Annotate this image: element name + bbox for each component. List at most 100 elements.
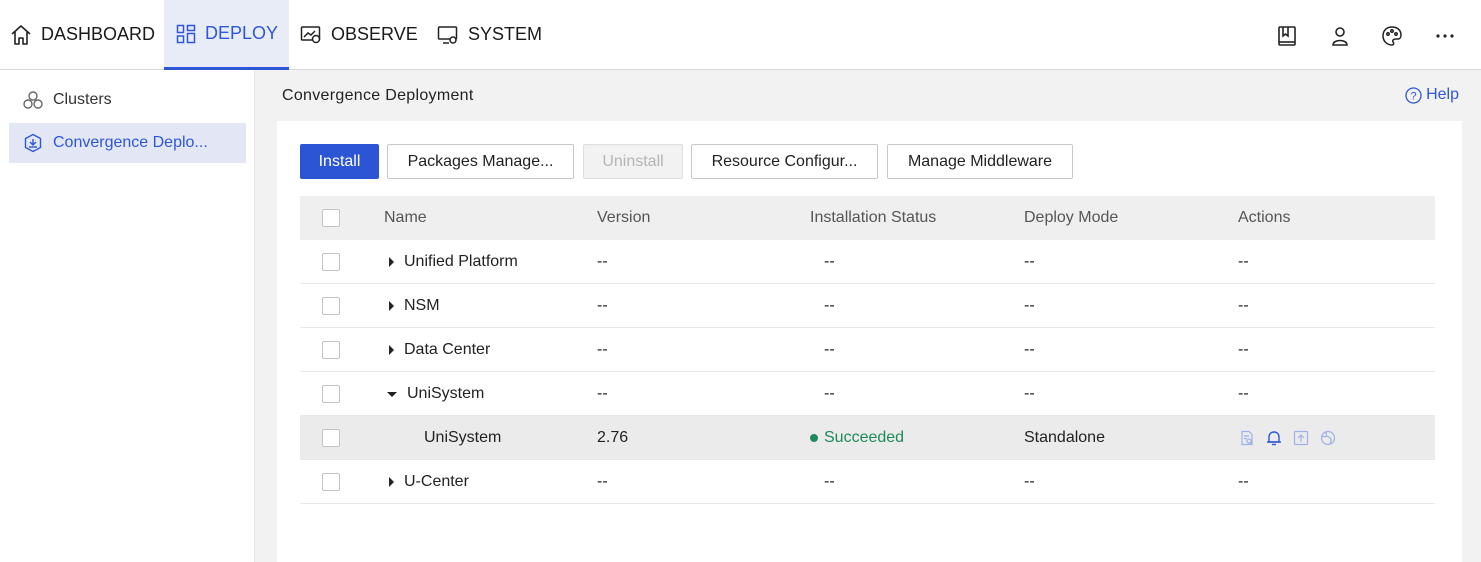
table-row: U-Center -- -- -- -- (300, 460, 1435, 504)
row-status-cell: Succeeded (810, 416, 904, 460)
tab-dashboard-label: DASHBOARD (41, 24, 156, 44)
row-name-cell: UniSystem (384, 372, 484, 416)
row-actions: -- (1238, 253, 1249, 270)
sidebar-item-convergence-deployment[interactable]: Convergence Deplo... (9, 123, 246, 163)
uninstall-button[interactable]: Uninstall (583, 144, 683, 179)
row-checkbox[interactable] (322, 253, 340, 271)
collapse-caret-icon[interactable] (387, 391, 397, 397)
deploy-hex-icon (24, 133, 42, 153)
row-status: -- (824, 473, 835, 490)
row-mode: -- (1024, 385, 1035, 402)
row-mode: Standalone (1024, 429, 1105, 446)
home-icon (11, 24, 31, 45)
row-checkbox[interactable] (322, 297, 340, 315)
manage-middleware-button[interactable]: Manage Middleware (887, 144, 1073, 179)
svg-text:?: ? (1411, 90, 1417, 102)
network-icon[interactable] (1319, 429, 1337, 447)
monitor-chart-icon (300, 25, 321, 43)
resource-configuration-button[interactable]: Resource Configur... (691, 144, 878, 179)
row-name: NSM (404, 297, 440, 314)
tab-dashboard[interactable]: DASHBOARD (10, 0, 155, 69)
row-actions: -- (1238, 473, 1249, 490)
table-row: UniSystem -- -- -- -- (300, 372, 1435, 416)
sidebar: Clusters Convergence Deplo... (0, 70, 255, 562)
clusters-icon (23, 91, 43, 109)
row-mode: -- (1024, 473, 1035, 490)
grid-icon (176, 24, 196, 43)
row-status: -- (824, 341, 835, 358)
upgrade-icon[interactable] (1292, 429, 1310, 447)
components-table: Name Version Installation Status Deploy … (300, 196, 1435, 504)
header-name[interactable]: Name (384, 196, 427, 240)
expand-caret-icon[interactable] (389, 477, 394, 487)
row-mode: -- (1024, 297, 1035, 314)
row-status: -- (824, 385, 835, 402)
deployment-card: Install Packages Manage... Uninstall Res… (277, 121, 1462, 562)
packages-manage-button[interactable]: Packages Manage... (387, 144, 574, 179)
header-mode[interactable]: Deploy Mode (1024, 196, 1118, 240)
tab-deploy[interactable]: DEPLOY (164, 0, 289, 70)
table-row: Data Center -- -- -- -- (300, 328, 1435, 372)
expand-caret-icon[interactable] (389, 257, 394, 267)
row-name: Unified Platform (404, 253, 518, 270)
table-row: Unified Platform -- -- -- -- (300, 240, 1435, 284)
row-version: -- (597, 473, 608, 490)
row-actions: -- (1238, 385, 1249, 402)
header-status[interactable]: Installation Status (810, 196, 936, 240)
row-name: Data Center (404, 341, 491, 358)
row-mode: -- (1024, 253, 1035, 270)
row-status: -- (824, 297, 835, 314)
more-icon[interactable] (1434, 25, 1456, 47)
row-name: U-Center (404, 473, 469, 490)
tab-system[interactable]: SYSTEM (437, 0, 542, 69)
book-icon[interactable] (1276, 25, 1298, 47)
sidebar-item-label: Convergence Deplo... (53, 134, 208, 151)
help-link[interactable]: ? Help (1405, 86, 1459, 104)
row-checkbox[interactable] (322, 429, 340, 447)
table-row-child: UniSystem 2.76 Succeeded Standalone (300, 416, 1435, 460)
select-all-checkbox[interactable] (322, 209, 340, 227)
row-version: -- (597, 253, 608, 270)
row-mode: -- (1024, 341, 1035, 358)
table-header: Name Version Installation Status Deploy … (300, 196, 1435, 240)
row-name: UniSystem (407, 385, 485, 402)
help-label: Help (1426, 86, 1459, 103)
row-checkbox[interactable] (322, 385, 340, 403)
row-name-cell: NSM (384, 284, 440, 328)
row-checkbox[interactable] (322, 473, 340, 491)
row-actions: -- (1238, 341, 1249, 358)
expand-caret-icon[interactable] (389, 301, 394, 311)
expand-caret-icon[interactable] (389, 345, 394, 355)
success-dot-icon (810, 434, 818, 442)
row-status: -- (824, 253, 835, 270)
row-version: -- (597, 297, 608, 314)
row-actions: -- (1238, 297, 1249, 314)
row-name-cell: U-Center (384, 460, 469, 504)
row-version: 2.76 (597, 429, 629, 446)
install-button[interactable]: Install (300, 144, 379, 179)
row-action-icons (1238, 416, 1346, 460)
row-name: UniSystem (424, 429, 502, 446)
palette-icon[interactable] (1381, 25, 1403, 47)
header-actions: Actions (1238, 209, 1291, 226)
tab-system-label: SYSTEM (468, 24, 543, 44)
monitor-gear-icon (437, 25, 458, 44)
row-status: Succeeded (824, 429, 905, 446)
main-content: Convergence Deployment ? Help Install Pa… (255, 70, 1481, 562)
user-icon[interactable] (1329, 25, 1351, 47)
table-row: NSM -- -- -- -- (300, 284, 1435, 328)
tab-observe-label: OBSERVE (331, 24, 418, 44)
top-nav: DASHBOARD DEPLOY OBSERVE SYSTEM (0, 0, 1481, 70)
tab-observe[interactable]: OBSERVE (300, 0, 418, 69)
header-version[interactable]: Version (597, 196, 650, 240)
row-version: -- (597, 385, 608, 402)
page-title: Convergence Deployment (282, 87, 474, 104)
row-name-cell: Data Center (384, 328, 490, 372)
alert-bell-icon[interactable] (1265, 429, 1283, 447)
row-version: -- (597, 341, 608, 358)
sidebar-item-clusters[interactable]: Clusters (9, 80, 246, 120)
row-checkbox[interactable] (322, 341, 340, 359)
tab-deploy-label: DEPLOY (205, 23, 279, 43)
view-log-icon[interactable] (1238, 429, 1256, 447)
row-name-cell: Unified Platform (384, 240, 518, 284)
